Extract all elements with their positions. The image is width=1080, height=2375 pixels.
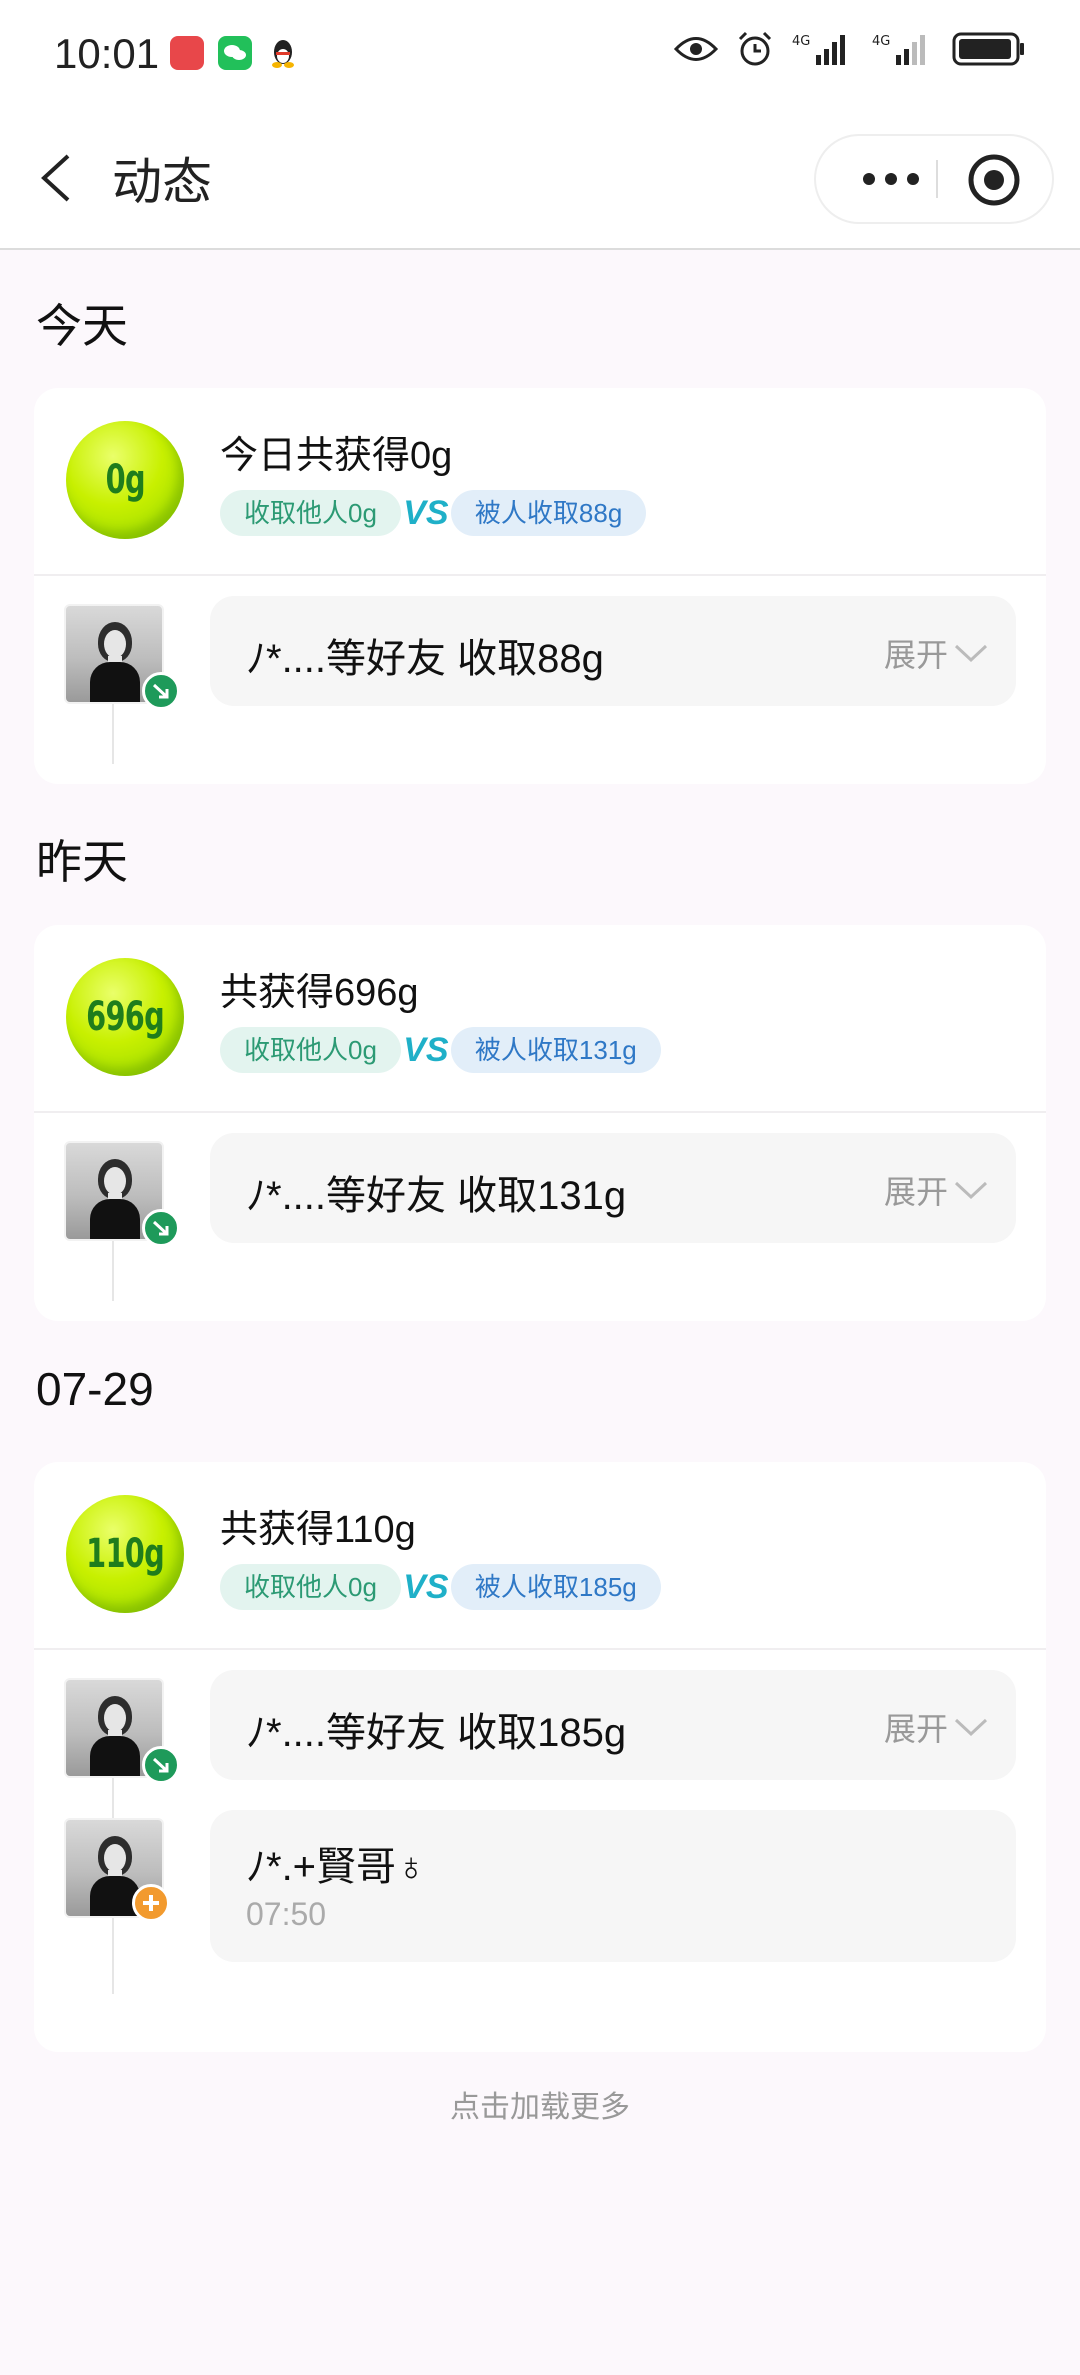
section-title: 今天 xyxy=(36,300,128,352)
expand-label: 展开 xyxy=(883,637,948,673)
avatar-dress xyxy=(90,1199,140,1239)
back-button[interactable] xyxy=(30,148,90,208)
collect-badge-icon xyxy=(142,1746,180,1784)
signal-4g-icon: 4G xyxy=(792,34,845,65)
day-card: 696g 共获得696g 收取他人0g VS 被人收取131g ﾉ*....等好… xyxy=(34,925,1046,1321)
signal-4g-icon: 4G xyxy=(872,34,925,65)
avatar-face xyxy=(104,1704,126,1732)
mini-program-capsule xyxy=(814,134,1054,224)
energy-ball-value: 696g xyxy=(86,994,165,1040)
section-title: 昨天 xyxy=(36,836,128,888)
more-icon-dot xyxy=(907,173,919,185)
collect-badge-icon xyxy=(142,672,180,710)
chevron-down-icon xyxy=(954,644,988,663)
status-bar: 10:01 4G 4G xyxy=(0,0,1080,108)
friend-row: ﾉ*....等好友 收取185g 展开 xyxy=(34,1650,1046,1830)
page-title: 动态 xyxy=(112,154,212,210)
alarm-icon xyxy=(738,31,772,66)
friends-text: ﾉ*....等好友 收取88g xyxy=(246,637,604,681)
expand-button[interactable]: 展开 xyxy=(884,1704,988,1750)
timeline-line xyxy=(112,1918,114,1994)
avatar-face xyxy=(104,1167,126,1195)
chevron-down-icon xyxy=(954,1718,988,1737)
friends-text: ﾉ*....等好友 收取185g xyxy=(246,1711,627,1755)
expand-button[interactable]: 展开 xyxy=(884,630,988,676)
expand-label: 展开 xyxy=(883,1174,948,1210)
energy-ball-value: 0g xyxy=(105,457,145,503)
svg-text:4G: 4G xyxy=(872,34,890,49)
summary-row: 0g 今日共获得0g 收取他人0g VS 被人收取88g xyxy=(34,388,1046,576)
friend-row: ﾉ*....等好友 收取88g 展开 xyxy=(34,576,1046,784)
energy-ball: 0g xyxy=(66,421,184,539)
day-card: 0g 今日共获得0g 收取他人0g VS 被人收取88g ﾉ*....等好友 收… xyxy=(34,388,1046,784)
load-more-button[interactable]: 点击加载更多 xyxy=(0,2082,1080,2126)
friend-time: 07:50 xyxy=(246,1896,327,1932)
collect-badge-icon xyxy=(142,1209,180,1247)
friend-row: ﾉ*....等好友 收取131g 展开 xyxy=(34,1113,1046,1321)
more-icon xyxy=(863,173,875,185)
tag-collect-others: 收取他人0g xyxy=(220,490,401,536)
energy-ball-value: 110g xyxy=(86,1531,165,1577)
summary-tags: 收取他人0g VS 被人收取131g xyxy=(220,1027,661,1073)
summary-row: 110g 共获得110g 收取他人0g VS 被人收取185g xyxy=(34,1462,1046,1650)
svg-text:4G: 4G xyxy=(792,34,810,49)
summary-title: 共获得110g xyxy=(220,1509,416,1551)
nav-bar: 动态 xyxy=(0,108,1080,250)
battery-icon xyxy=(952,32,1024,66)
wechat-icon xyxy=(218,36,252,70)
close-button[interactable] xyxy=(966,152,1022,208)
friends-bubble[interactable]: ﾉ*....等好友 收取185g 展开 xyxy=(210,1670,1016,1780)
status-right-icons: 4G 4G xyxy=(674,30,1026,68)
friends-bubble[interactable]: ﾉ*....等好友 收取88g 展开 xyxy=(210,596,1016,706)
summary-title: 今日共获得0g xyxy=(220,435,453,477)
qq-icon xyxy=(266,36,300,70)
more-button[interactable] xyxy=(846,136,936,222)
tag-collected-by: 被人收取131g xyxy=(450,1027,661,1073)
avatar-dress xyxy=(90,662,140,702)
section-title: 07-29 xyxy=(36,1363,154,1415)
day-card: 110g 共获得110g 收取他人0g VS 被人收取185g ﾉ*....等好… xyxy=(34,1462,1046,2052)
friend-row: ﾉ*.+賢哥♁ 07:50 xyxy=(34,1800,1046,2052)
vs-icon: VS xyxy=(403,1030,449,1069)
more-icon-dot xyxy=(885,173,897,185)
friend-name: ﾉ*.+賢哥♁ xyxy=(246,1845,427,1889)
status-time: 10:01 xyxy=(54,30,160,77)
timeline-line xyxy=(112,696,114,764)
friends-text: ﾉ*....等好友 收取131g xyxy=(246,1174,627,1218)
timeline-line xyxy=(112,1233,114,1301)
energy-ball: 110g xyxy=(66,1495,184,1613)
chevron-down-icon xyxy=(954,1181,988,1200)
summary-row: 696g 共获得696g 收取他人0g VS 被人收取131g xyxy=(34,925,1046,1113)
summary-tags: 收取他人0g VS 被人收取88g xyxy=(220,490,647,536)
capsule-divider xyxy=(936,160,938,198)
avatar-face xyxy=(104,1844,126,1872)
vs-icon: VS xyxy=(403,1567,449,1606)
friends-bubble[interactable]: ﾉ*....等好友 收取131g 展开 xyxy=(210,1133,1016,1243)
summary-tags: 收取他人0g VS 被人收取185g xyxy=(220,1564,661,1610)
target-icon xyxy=(968,154,1020,206)
chevron-left-icon xyxy=(41,154,70,202)
friend-bubble[interactable]: ﾉ*.+賢哥♁ 07:50 xyxy=(210,1810,1016,1962)
energy-ball: 696g xyxy=(66,958,184,1076)
summary-title: 共获得696g xyxy=(220,972,419,1014)
tag-collect-others: 收取他人0g xyxy=(220,1564,401,1610)
tag-collected-by: 被人收取88g xyxy=(450,490,647,536)
expand-button[interactable]: 展开 xyxy=(884,1167,988,1213)
plus-badge-icon xyxy=(132,1884,170,1922)
vs-icon: VS xyxy=(403,493,449,532)
eye-icon xyxy=(674,37,718,61)
tag-collect-others: 收取他人0g xyxy=(220,1027,401,1073)
avatar-face xyxy=(104,630,126,658)
huawei-appgallery-icon xyxy=(170,36,204,70)
expand-label: 展开 xyxy=(883,1711,948,1747)
avatar-dress xyxy=(90,1736,140,1776)
tag-collected-by: 被人收取185g xyxy=(450,1564,661,1610)
